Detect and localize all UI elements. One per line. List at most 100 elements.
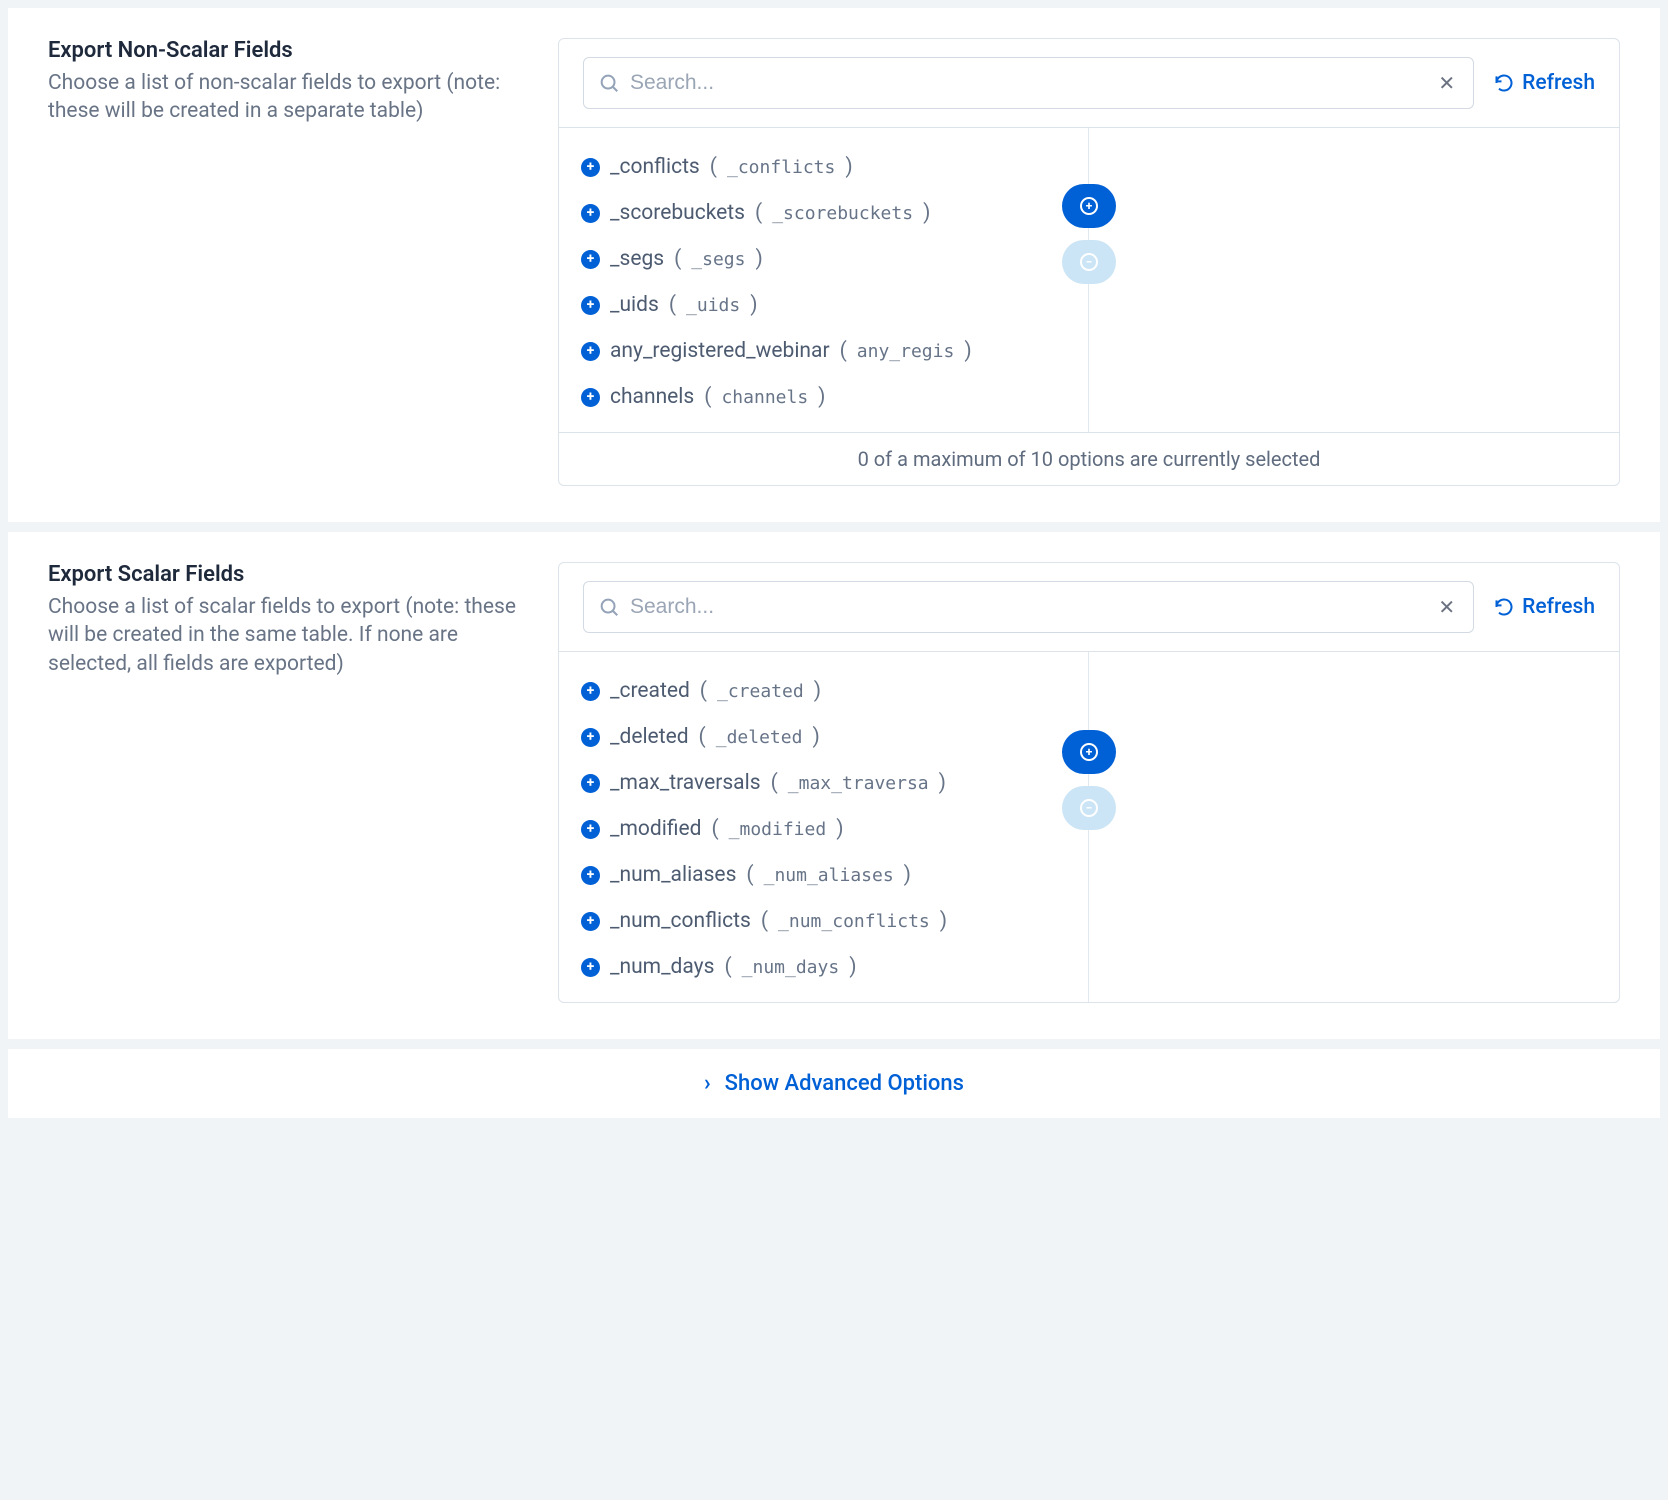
option-label: _uids xyxy=(610,293,659,317)
scalar-selected-column xyxy=(1089,652,1619,1002)
clear-icon[interactable]: ✕ xyxy=(1434,595,1459,619)
nonscalar-header: ✕ Refresh xyxy=(559,39,1619,128)
plus-circle-icon: + xyxy=(581,774,600,793)
add-button[interactable]: + xyxy=(1062,184,1116,228)
option-code: _max_traversa xyxy=(788,773,929,794)
nonscalar-transfer-buttons: + − xyxy=(1062,184,1116,284)
option-label: any_registered_webinar xyxy=(610,339,830,363)
minus-icon: − xyxy=(1080,253,1098,271)
plus-circle-icon: + xyxy=(581,682,600,701)
option-label: _conflicts xyxy=(610,155,700,179)
list-item[interactable]: +_num_aliases (_num_aliases) xyxy=(559,852,1088,898)
refresh-label: Refresh xyxy=(1522,71,1595,95)
plus-icon: + xyxy=(1080,197,1098,215)
refresh-icon xyxy=(1494,73,1514,93)
plus-circle-icon: + xyxy=(581,912,600,931)
scalar-heading-block: Export Scalar Fields Choose a list of sc… xyxy=(48,562,518,1003)
plus-circle-icon: + xyxy=(581,158,600,177)
nonscalar-selectbox-wrap: ✕ Refresh +_conflicts (_conflicts)+_scor… xyxy=(558,38,1620,486)
plus-icon: + xyxy=(1080,743,1098,761)
option-code: _segs xyxy=(691,249,745,270)
list-item[interactable]: +_segs (_segs) xyxy=(559,236,1088,282)
list-item[interactable]: +_conflicts (_conflicts) xyxy=(559,144,1088,190)
nonscalar-description: Choose a list of non-scalar fields to ex… xyxy=(48,69,518,126)
option-label: _num_days xyxy=(610,955,714,979)
plus-circle-icon: + xyxy=(581,728,600,747)
scalar-header: ✕ Refresh xyxy=(559,563,1619,652)
option-label: _created xyxy=(610,679,690,703)
scalar-title: Export Scalar Fields xyxy=(48,562,518,587)
advanced-label: Show Advanced Options xyxy=(725,1071,964,1096)
nonscalar-footer: 0 of a maximum of 10 options are current… xyxy=(559,432,1619,485)
option-label: _scorebuckets xyxy=(610,201,745,225)
plus-circle-icon: + xyxy=(581,958,600,977)
add-button[interactable]: + xyxy=(1062,730,1116,774)
plus-circle-icon: + xyxy=(581,342,600,361)
search-icon xyxy=(598,596,620,618)
nonscalar-refresh-button[interactable]: Refresh xyxy=(1494,71,1595,95)
list-item[interactable]: +_created (_created) xyxy=(559,668,1088,714)
scalar-body: +_created (_created)+_deleted (_deleted)… xyxy=(559,652,1619,1002)
search-icon xyxy=(598,72,620,94)
option-label: channels xyxy=(610,385,694,409)
scalar-selectbox-wrap: ✕ Refresh +_created (_created)+_deleted … xyxy=(558,562,1620,1003)
plus-circle-icon: + xyxy=(581,296,600,315)
scalar-description: Choose a list of scalar fields to export… xyxy=(48,593,518,678)
list-item[interactable]: +_deleted (_deleted) xyxy=(559,714,1088,760)
list-item[interactable]: +_max_traversals (_max_traversa) xyxy=(559,760,1088,806)
option-code: _conflicts xyxy=(727,157,835,178)
list-item[interactable]: +_scorebuckets (_scorebuckets) xyxy=(559,190,1088,236)
nonscalar-body: +_conflicts (_conflicts)+_scorebuckets (… xyxy=(559,128,1619,432)
refresh-label: Refresh xyxy=(1522,595,1595,619)
clear-icon[interactable]: ✕ xyxy=(1434,71,1459,95)
plus-circle-icon: + xyxy=(581,250,600,269)
option-code: _scorebuckets xyxy=(772,203,913,224)
plus-circle-icon: + xyxy=(581,820,600,839)
remove-button[interactable]: − xyxy=(1062,786,1116,830)
option-code: any_regis xyxy=(857,341,955,362)
list-item[interactable]: +_uids (_uids) xyxy=(559,282,1088,328)
option-label: _segs xyxy=(610,247,664,271)
option-code: _num_conflicts xyxy=(778,911,930,932)
show-advanced-options-link[interactable]: › Show Advanced Options xyxy=(704,1071,964,1096)
option-label: _num_aliases xyxy=(610,863,736,887)
list-item[interactable]: +channels (channels) xyxy=(559,374,1088,420)
list-item[interactable]: +_num_days (_num_days) xyxy=(559,944,1088,990)
option-code: _num_aliases xyxy=(764,865,894,886)
option-code: _modified xyxy=(729,819,827,840)
scalar-search-wrap: ✕ xyxy=(583,581,1474,633)
nonscalar-panel: Export Non-Scalar Fields Choose a list o… xyxy=(8,8,1660,522)
scalar-transfer-buttons: + − xyxy=(1062,730,1116,830)
option-code: channels xyxy=(721,387,808,408)
chevron-right-icon: › xyxy=(704,1071,711,1096)
list-item[interactable]: +_num_conflicts (_num_conflicts) xyxy=(559,898,1088,944)
minus-icon: − xyxy=(1080,799,1098,817)
list-item[interactable]: +_modified (_modified) xyxy=(559,806,1088,852)
option-label: _modified xyxy=(610,817,701,841)
refresh-icon xyxy=(1494,597,1514,617)
option-code: _deleted xyxy=(716,727,803,748)
option-label: _num_conflicts xyxy=(610,909,751,933)
nonscalar-selectbox: ✕ Refresh +_conflicts (_conflicts)+_scor… xyxy=(558,38,1620,486)
nonscalar-available-column: +_conflicts (_conflicts)+_scorebuckets (… xyxy=(559,128,1089,432)
remove-button[interactable]: − xyxy=(1062,240,1116,284)
scalar-refresh-button[interactable]: Refresh xyxy=(1494,595,1595,619)
plus-circle-icon: + xyxy=(581,204,600,223)
nonscalar-selected-column xyxy=(1089,128,1619,432)
option-code: _uids xyxy=(686,295,740,316)
plus-circle-icon: + xyxy=(581,866,600,885)
scalar-available-column: +_created (_created)+_deleted (_deleted)… xyxy=(559,652,1089,1002)
scalar-search-input[interactable] xyxy=(630,595,1434,619)
option-code: _created xyxy=(717,681,804,702)
plus-circle-icon: + xyxy=(581,388,600,407)
nonscalar-search-wrap: ✕ xyxy=(583,57,1474,109)
scalar-panel: Export Scalar Fields Choose a list of sc… xyxy=(8,532,1660,1039)
nonscalar-title: Export Non-Scalar Fields xyxy=(48,38,518,63)
nonscalar-search-input[interactable] xyxy=(630,71,1434,95)
option-code: _num_days xyxy=(742,957,840,978)
option-label: _max_traversals xyxy=(610,771,761,795)
list-item[interactable]: +any_registered_webinar (any_regis) xyxy=(559,328,1088,374)
nonscalar-heading-block: Export Non-Scalar Fields Choose a list o… xyxy=(48,38,518,486)
option-label: _deleted xyxy=(610,725,689,749)
scalar-selectbox: ✕ Refresh +_created (_created)+_deleted … xyxy=(558,562,1620,1003)
